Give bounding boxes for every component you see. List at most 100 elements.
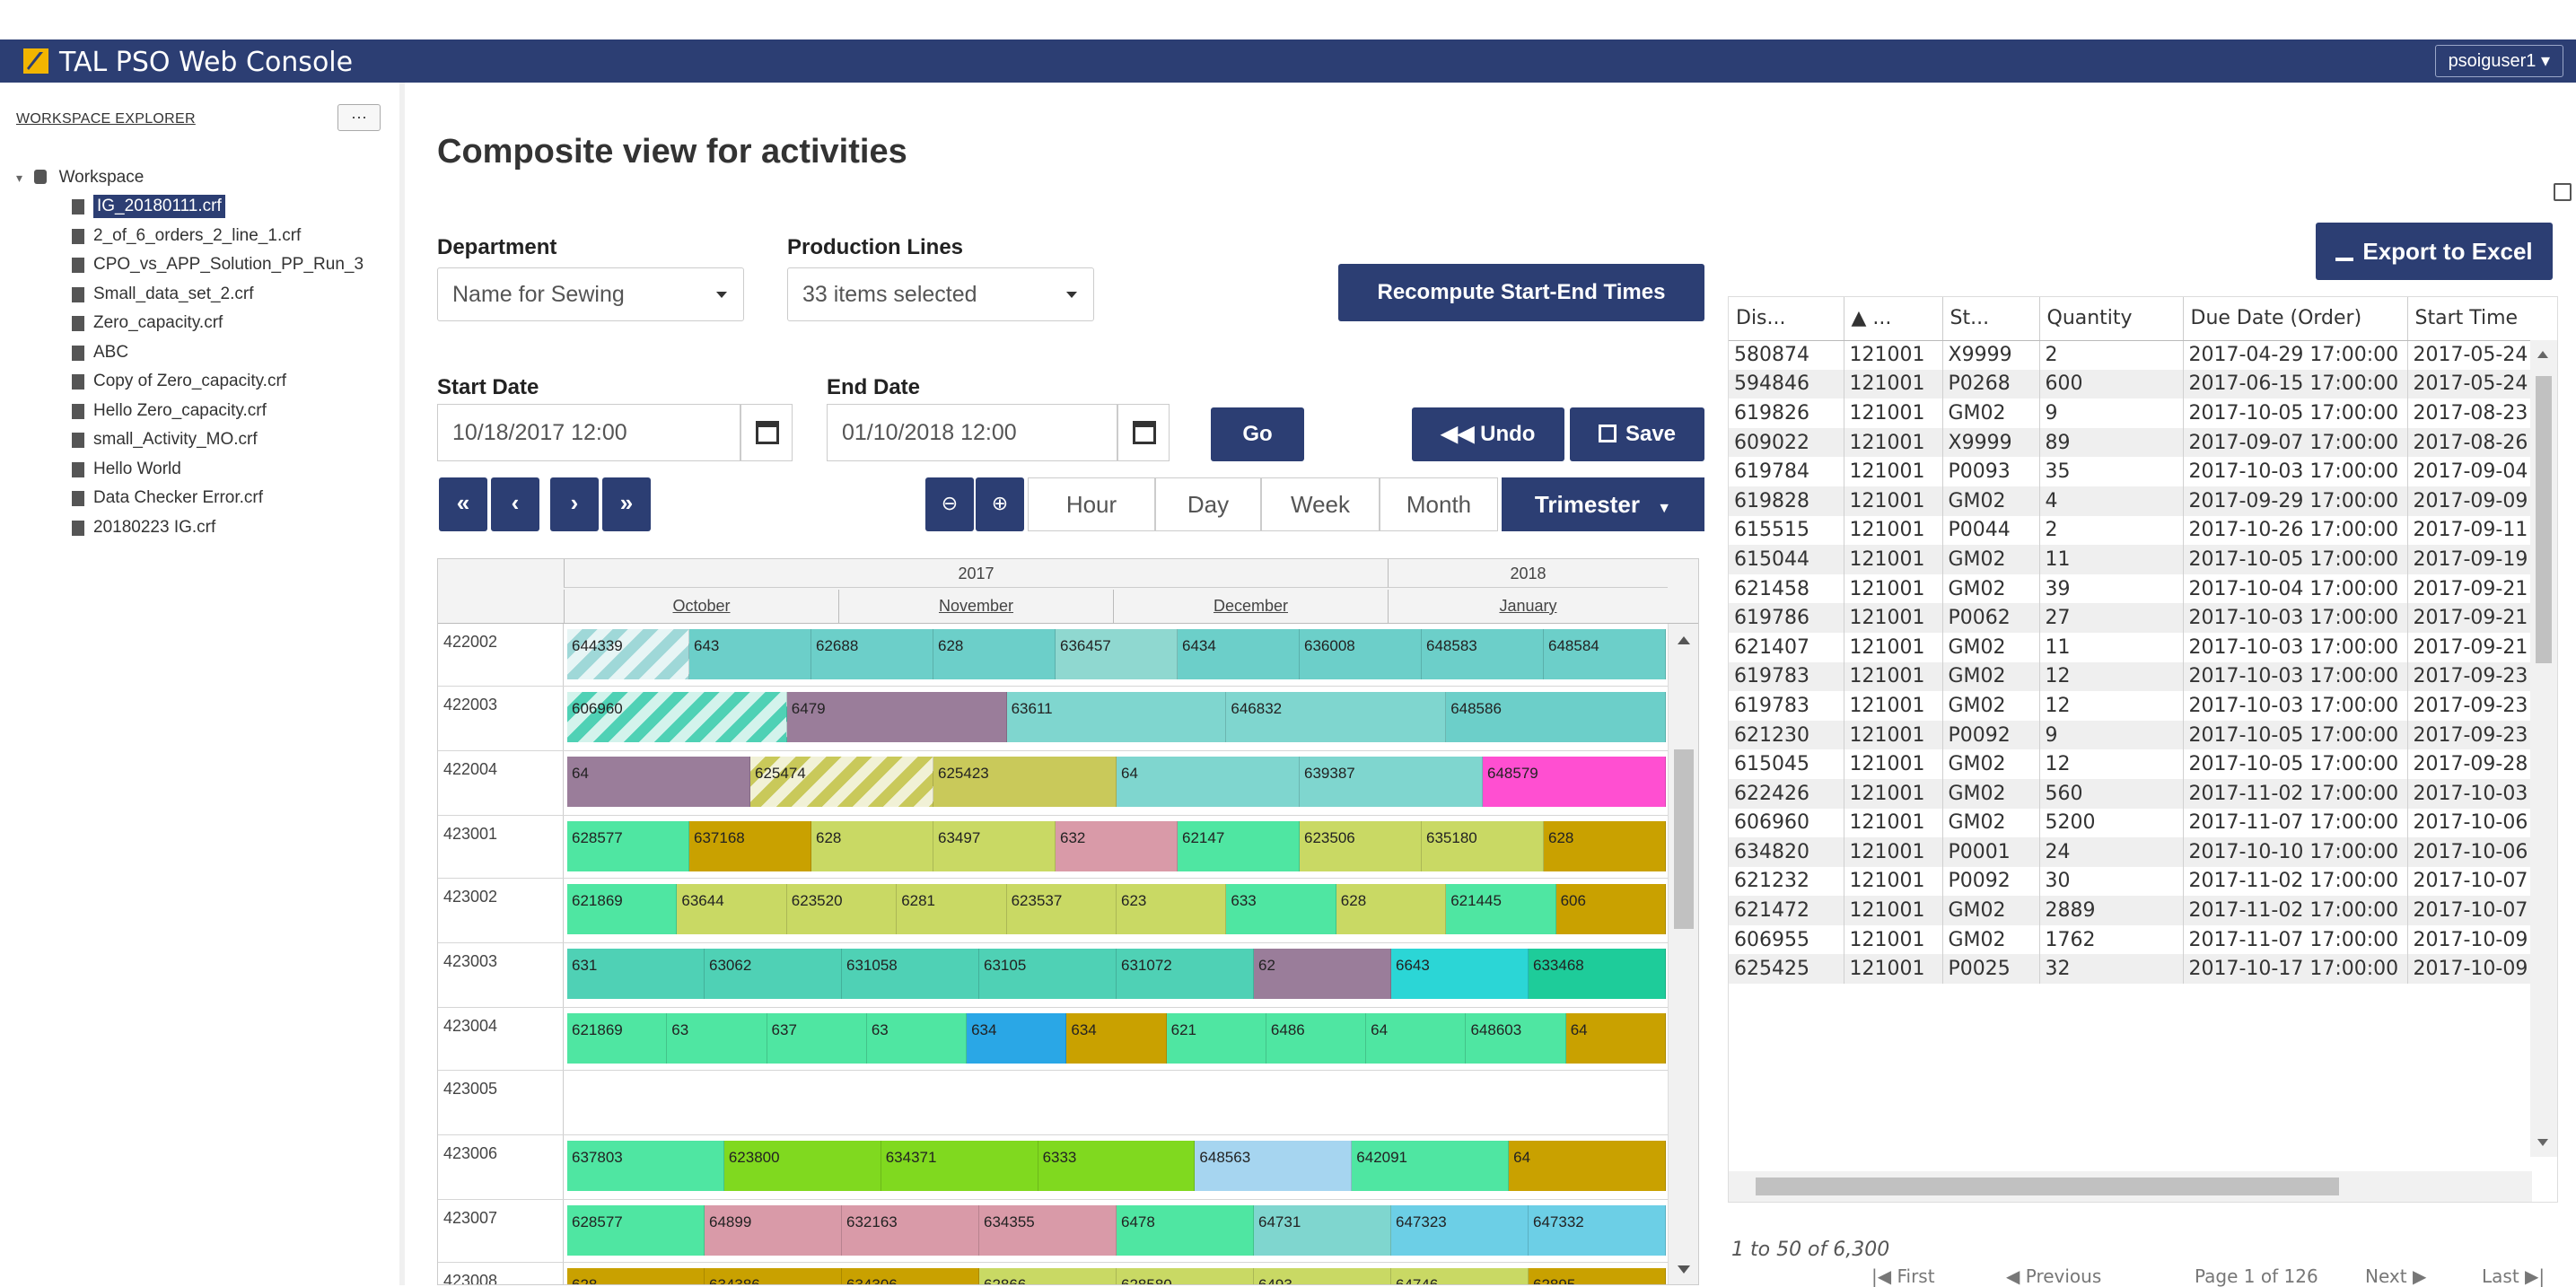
activity-bar[interactable]: 632 [1056, 821, 1178, 871]
activity-bar[interactable]: 631072 [1117, 949, 1254, 999]
table-row[interactable]: 594846 121001 P0268 600 2017-06-15 17:00:00 2… [1729, 369, 2557, 399]
last-page-button[interactable]: Last ▶| [2482, 1265, 2545, 1287]
column-header[interactable]: Dis... [1729, 297, 1844, 341]
activity-bar[interactable]: 625474 [750, 757, 933, 807]
table-row[interactable]: 621407 121001 GM02 11 2017-10-03 17:00:00 201… [1729, 632, 2557, 662]
tree-item[interactable]: Small_data_set_2.crf [16, 280, 402, 310]
go-button[interactable]: Go [1211, 407, 1304, 461]
column-header[interactable]: Start Time [2407, 297, 2557, 341]
start-date-input[interactable]: 10/18/2017 12:00 [437, 404, 740, 461]
scale-week[interactable]: Week [1261, 477, 1380, 531]
gantt-scrollbar[interactable] [1668, 624, 1698, 1284]
start-calendar-button[interactable] [740, 404, 793, 461]
activity-bar[interactable]: 64 [1117, 757, 1300, 807]
activity-bar[interactable]: 628577 [567, 1205, 705, 1256]
zoom-out-button[interactable]: ⊖ [925, 477, 974, 531]
activity-bar[interactable]: 63062 [705, 949, 842, 999]
table-row[interactable]: 615515 121001 P0044 2 2017-10-26 17:00:00 201… [1729, 515, 2557, 546]
activity-bar[interactable]: 623520 [786, 884, 898, 934]
activity-bar[interactable]: 648563 [1195, 1141, 1353, 1191]
table-row[interactable]: 622426 121001 GM02 560 2017-11-02 17:00:00 20… [1729, 778, 2557, 809]
column-header[interactable]: St... [1942, 297, 2040, 341]
scroll-down-icon[interactable] [1678, 1265, 1690, 1274]
table-row[interactable]: 625425 121001 P0025 32 2017-10-17 17:00:00 20… [1729, 954, 2557, 985]
activity-bar[interactable]: 62 [1254, 949, 1391, 999]
end-date-input[interactable]: 01/10/2018 12:00 [827, 404, 1117, 461]
activity-bar[interactable]: 636457 [1056, 629, 1178, 679]
activity-bar[interactable]: 64899 [705, 1205, 842, 1256]
activity-bar[interactable]: 643 [689, 629, 811, 679]
table-row[interactable]: 619786 121001 P0062 27 2017-10-03 17:00:00 20… [1729, 603, 2557, 633]
tree-item[interactable]: Hello World [16, 455, 402, 485]
table-row[interactable]: 615045 121001 GM02 12 2017-10-05 17:00:00 201… [1729, 749, 2557, 779]
tree-item[interactable]: CPO_vs_APP_Solution_PP_Run_3 [16, 250, 402, 280]
table-horizontal-scrollbar[interactable] [1729, 1171, 2532, 1202]
table-row[interactable]: 615044 121001 GM02 11 2017-10-05 17:00:00 201… [1729, 545, 2557, 574]
activity-bar[interactable]: 63497 [933, 821, 1056, 871]
activity-bar[interactable]: 633 [1226, 884, 1336, 934]
end-calendar-button[interactable] [1117, 404, 1170, 461]
activity-bar[interactable]: 64 [1565, 1013, 1666, 1064]
activity-bar[interactable]: 635180 [1422, 821, 1544, 871]
activity-bar[interactable]: 628577 [567, 821, 689, 871]
scale-hour[interactable]: Hour [1028, 477, 1155, 531]
activity-bar[interactable]: 632163 [842, 1205, 979, 1256]
tree-item[interactable]: IG_20180111.crf [16, 192, 402, 222]
activity-bar[interactable]: 63611 [1006, 692, 1227, 742]
workspace-root[interactable]: ▾ Workspace [16, 163, 402, 192]
activity-bar[interactable]: 646832 [1226, 692, 1447, 742]
activity-bar[interactable]: 628580 [1117, 1268, 1254, 1284]
table-row[interactable]: 619783 121001 GM02 12 2017-10-03 17:00:00 201… [1729, 691, 2557, 721]
activity-bar[interactable]: 628 [933, 629, 1056, 679]
scroll-thumb[interactable] [1756, 1178, 2339, 1195]
scroll-down-icon[interactable] [2537, 1139, 2548, 1146]
activity-bar[interactable]: 63644 [677, 884, 787, 934]
table-row[interactable]: 621230 121001 P0092 9 2017-10-05 17:00:00 201… [1729, 720, 2557, 750]
activity-bar[interactable]: 606960 [567, 692, 787, 742]
undo-button[interactable]: ◀◀ Undo [1412, 407, 1564, 461]
export-excel-button[interactable]: Export to Excel [2316, 223, 2553, 280]
user-menu[interactable]: psoiguser1 ▾ [2434, 45, 2563, 77]
scroll-thumb[interactable] [2536, 376, 2552, 663]
nav-prev-button[interactable]: ‹ [491, 477, 539, 531]
activity-bar[interactable]: 6643 [1391, 949, 1529, 999]
activity-bar[interactable]: 625423 [933, 757, 1117, 807]
activity-bar[interactable]: 623800 [723, 1141, 881, 1191]
table-scrollbar[interactable] [2530, 340, 2557, 1157]
production-lines-select[interactable]: 33 items selected [787, 267, 1094, 321]
activity-bar[interactable]: 6434 [1178, 629, 1300, 679]
collapse-icon[interactable]: ▾ [16, 171, 22, 185]
activity-bar[interactable]: 631058 [842, 949, 979, 999]
activity-bar[interactable]: 648579 [1483, 757, 1666, 807]
activity-bar[interactable]: 62895 [1529, 1268, 1666, 1284]
tree-item[interactable]: 2_of_6_orders_2_line_1.crf [16, 222, 402, 251]
tree-item[interactable]: Zero_capacity.crf [16, 309, 402, 338]
table-row[interactable]: 621232 121001 P0092 30 2017-11-02 17:00:00 20… [1729, 866, 2557, 897]
activity-bar[interactable]: 63 [667, 1013, 767, 1064]
nav-first-button[interactable]: « [439, 477, 487, 531]
activity-bar[interactable]: 621445 [1446, 884, 1556, 934]
activity-bar[interactable]: 628 [1544, 821, 1666, 871]
table-row[interactable]: 619828 121001 GM02 4 2017-09-29 17:00:00 2017… [1729, 486, 2557, 516]
activity-bar[interactable]: 623506 [1300, 821, 1422, 871]
activity-bar[interactable]: 637168 [689, 821, 811, 871]
activity-bar[interactable]: 648583 [1422, 629, 1544, 679]
activity-bar[interactable]: 648584 [1544, 629, 1666, 679]
activity-bar[interactable]: 6486 [1266, 1013, 1367, 1064]
recompute-button[interactable]: Recompute Start-End Times [1338, 264, 1704, 321]
nav-next-button[interactable]: › [550, 477, 599, 531]
activity-bar[interactable]: 634 [1066, 1013, 1167, 1064]
activity-bar[interactable]: 647332 [1529, 1205, 1666, 1256]
activity-bar[interactable]: 62147 [1178, 821, 1300, 871]
tree-item[interactable]: small_Activity_MO.crf [16, 425, 402, 455]
activity-bar[interactable]: 6333 [1038, 1141, 1196, 1191]
activity-bar[interactable]: 648603 [1466, 1013, 1566, 1064]
department-select[interactable]: Name for Sewing [437, 267, 744, 321]
column-header[interactable]: ▲ ... [1844, 297, 1943, 341]
edit-icon[interactable] [2554, 183, 2572, 201]
activity-bar[interactable]: 642091 [1352, 1141, 1510, 1191]
activity-bar[interactable]: 637 [767, 1013, 867, 1064]
activity-bar[interactable]: 6478 [1117, 1205, 1254, 1256]
tree-item[interactable]: 20180223 IG.crf [16, 513, 402, 543]
activity-bar[interactable]: 6281 [897, 884, 1007, 934]
